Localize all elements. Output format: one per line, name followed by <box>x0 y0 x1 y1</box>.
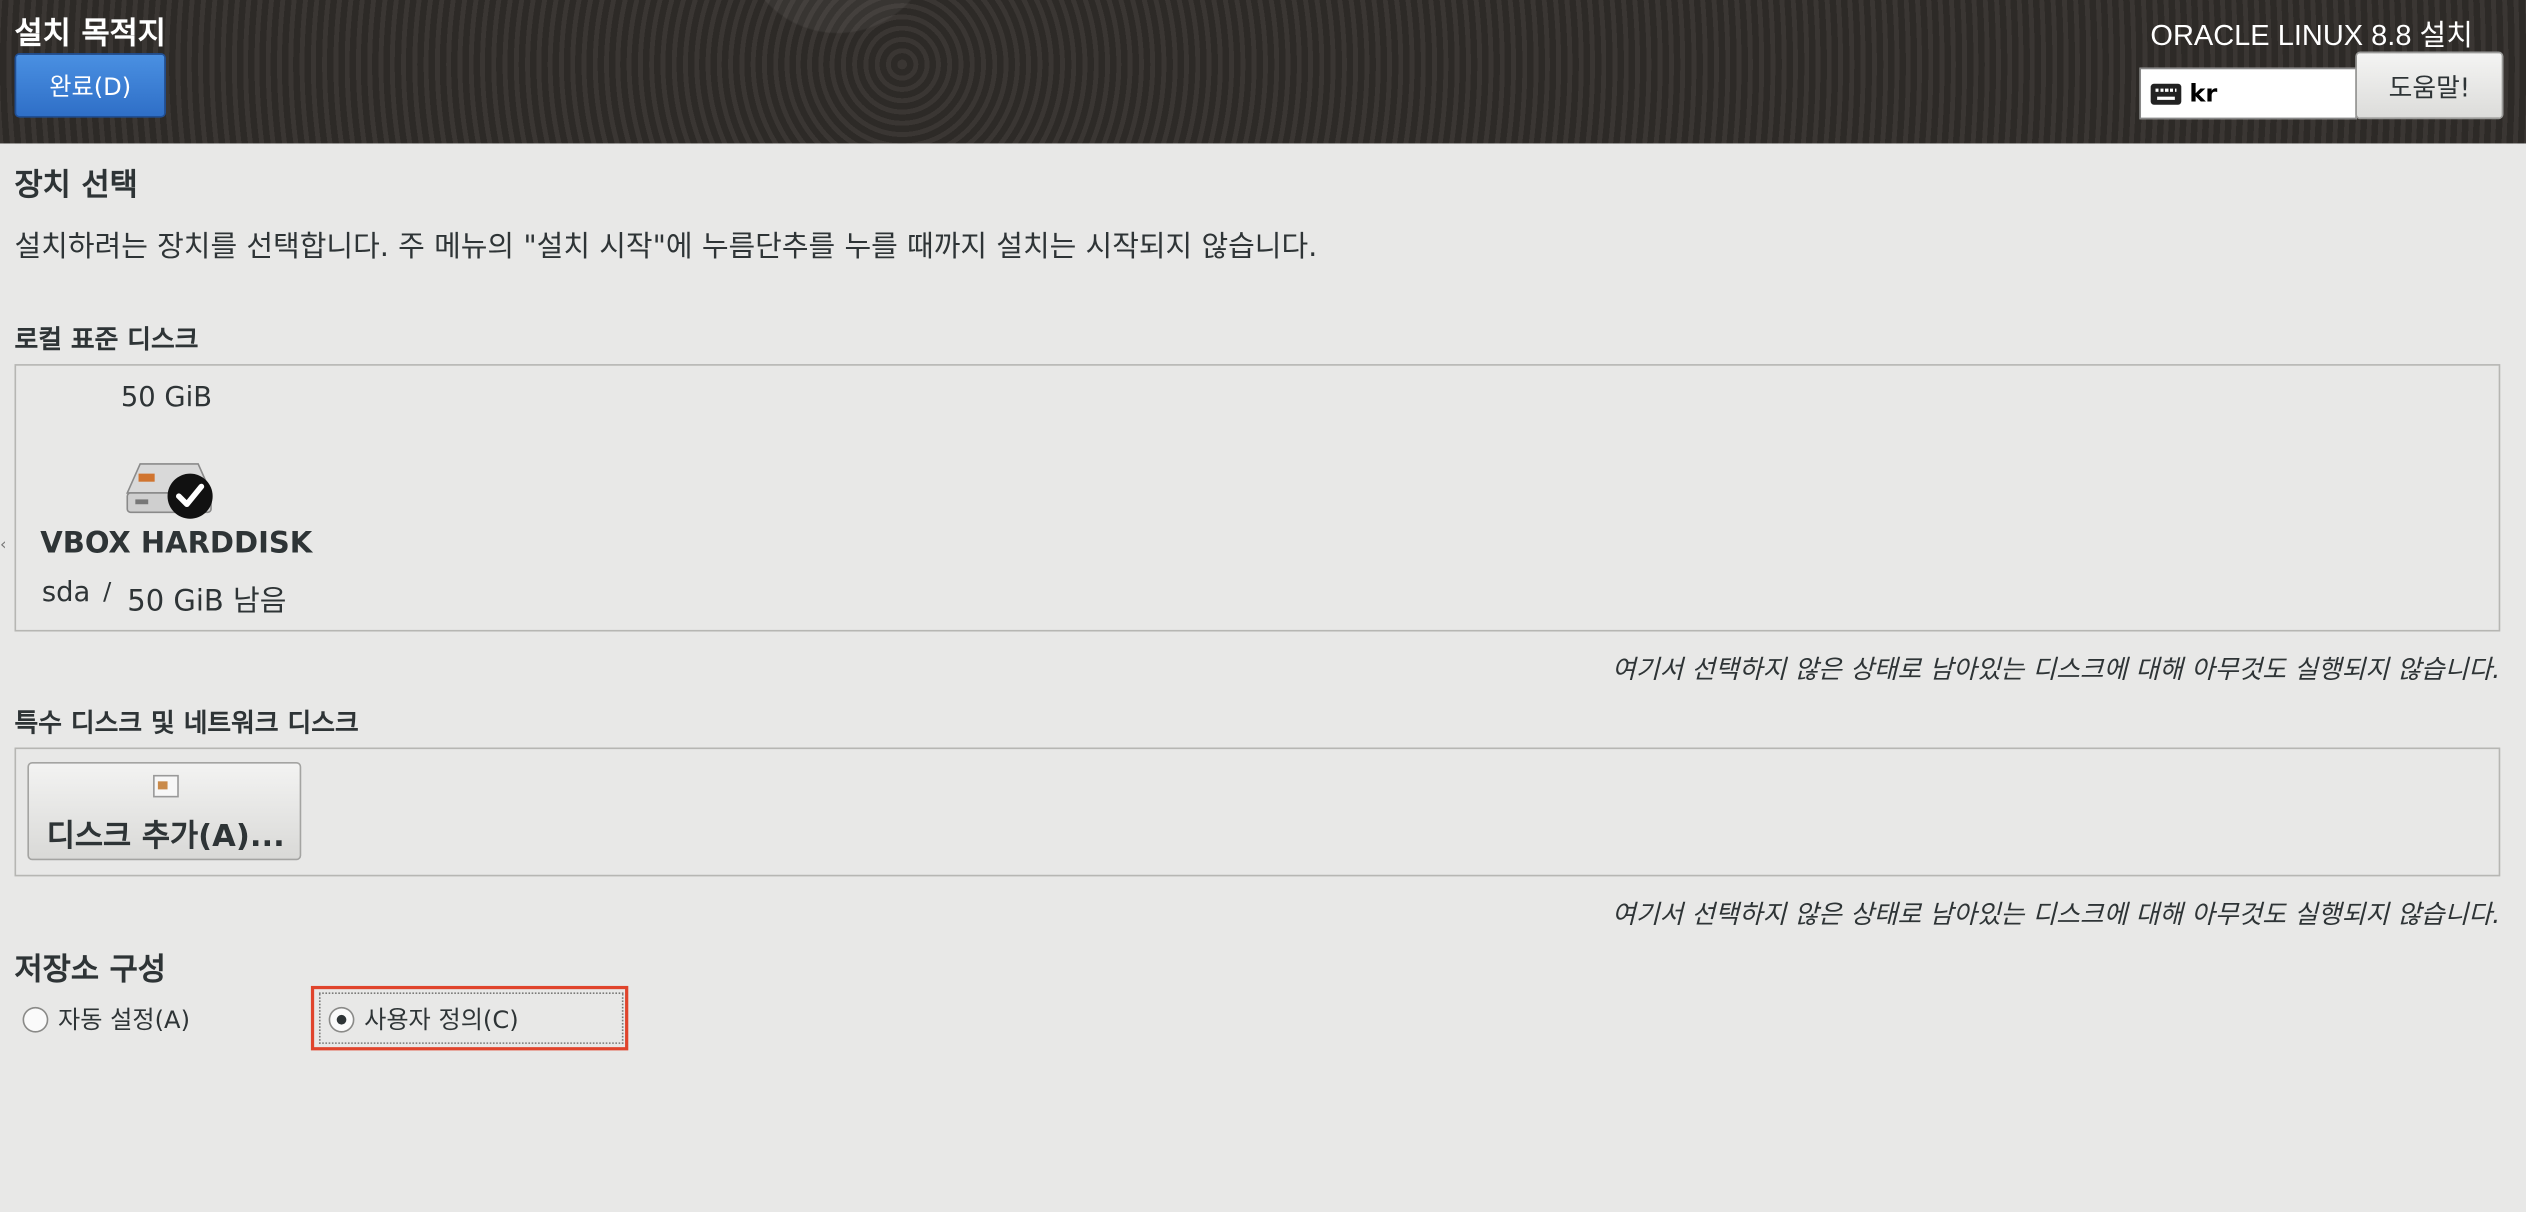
harddisk-selected-icon <box>126 463 213 519</box>
disk-name: VBOX HARDDISK <box>40 526 313 561</box>
add-disk-button[interactable]: 디스크 추가(A)... <box>27 762 302 861</box>
page-title: 설치 목적지 <box>14 16 166 52</box>
custom-config-radio[interactable]: 사용자 정의(C) <box>328 1002 519 1036</box>
radio-on-icon <box>328 1006 355 1032</box>
special-disks-panel <box>14 747 2501 877</box>
keyboard-icon <box>2150 82 2182 104</box>
special-disks-note: 여기서 선택하지 않은 상태로 남아있는 디스크에 대해 아무것도 실행되지 않… <box>1612 898 2501 930</box>
local-disks-note: 여기서 선택하지 않은 상태로 남아있는 디스크에 대해 아무것도 실행되지 않… <box>1612 654 2501 685</box>
custom-config-label: 사용자 정의(C) <box>364 1005 519 1035</box>
disk-size: 50 GiB <box>120 381 213 415</box>
special-disks-heading: 특수 디스크 및 네트워크 디스크 <box>14 707 359 738</box>
done-button[interactable]: 완료(D) <box>14 53 166 118</box>
device-selection-heading: 장치 선택 <box>14 167 138 203</box>
add-disk-label: 디스크 추가(A)... <box>46 818 285 854</box>
radio-off-icon <box>22 1006 49 1032</box>
disk-free-space: 50 GiB 남음 <box>127 584 287 619</box>
device-selection-description: 설치하려는 장치를 선택합니다. 주 메뉴의 "설치 시작"에 누름단추를 누를… <box>14 230 1318 265</box>
storage-config-heading: 저장소 구성 <box>14 952 166 988</box>
help-button[interactable]: 도움말! <box>2355 51 2504 120</box>
local-disks-heading: 로컬 표준 디스크 <box>14 323 199 355</box>
keyboard-layout-label: kr <box>2189 78 2218 108</box>
header-bar: 설치 목적지 완료(D) ORACLE LINUX 8.8 설치 kr 도움말! <box>0 0 2526 144</box>
keyboard-layout-indicator[interactable]: kr <box>2139 67 2357 120</box>
disk-device: sda <box>41 576 91 609</box>
disk-separator: / <box>103 576 112 606</box>
automatic-config-label: 자동 설정(A) <box>57 1005 190 1035</box>
scroll-left-icon: ‹ <box>0 536 7 555</box>
product-title: ORACLE LINUX 8.8 설치 <box>2150 19 2473 52</box>
disk-add-icon <box>153 774 179 798</box>
local-disks-panel <box>14 364 2501 632</box>
automatic-config-radio[interactable]: 자동 설정(A) <box>22 1002 190 1036</box>
